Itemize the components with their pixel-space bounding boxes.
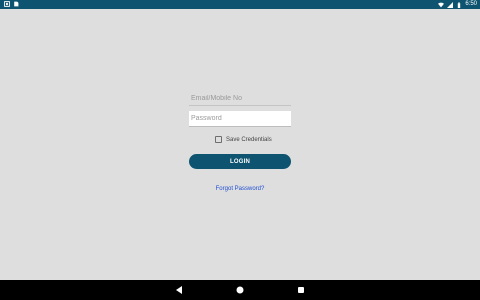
- forgot-password-link[interactable]: Forgot Password?: [189, 186, 291, 192]
- status-left: [4, 1, 19, 7]
- signal-icon: [447, 1, 454, 8]
- back-icon[interactable]: [174, 285, 184, 295]
- password-field[interactable]: [189, 111, 291, 127]
- notification-icon: [4, 1, 10, 7]
- status-right: 6:50: [438, 0, 477, 9]
- status-time: 6:50: [465, 1, 477, 7]
- sim-icon: [14, 1, 19, 7]
- battery-icon: [458, 1, 461, 8]
- save-credentials-label: Save Credentials: [226, 136, 272, 143]
- home-icon[interactable]: [235, 285, 245, 295]
- save-credentials-row[interactable]: Save Credentials: [215, 136, 272, 143]
- email-field[interactable]: [189, 92, 291, 106]
- recents-icon[interactable]: [296, 285, 306, 295]
- navigation-bar: [0, 280, 480, 300]
- wifi-icon: [438, 2, 445, 7]
- login-button[interactable]: LOGIN: [189, 154, 291, 169]
- status-bar: 6:50: [0, 0, 480, 9]
- save-credentials-checkbox[interactable]: [215, 136, 222, 143]
